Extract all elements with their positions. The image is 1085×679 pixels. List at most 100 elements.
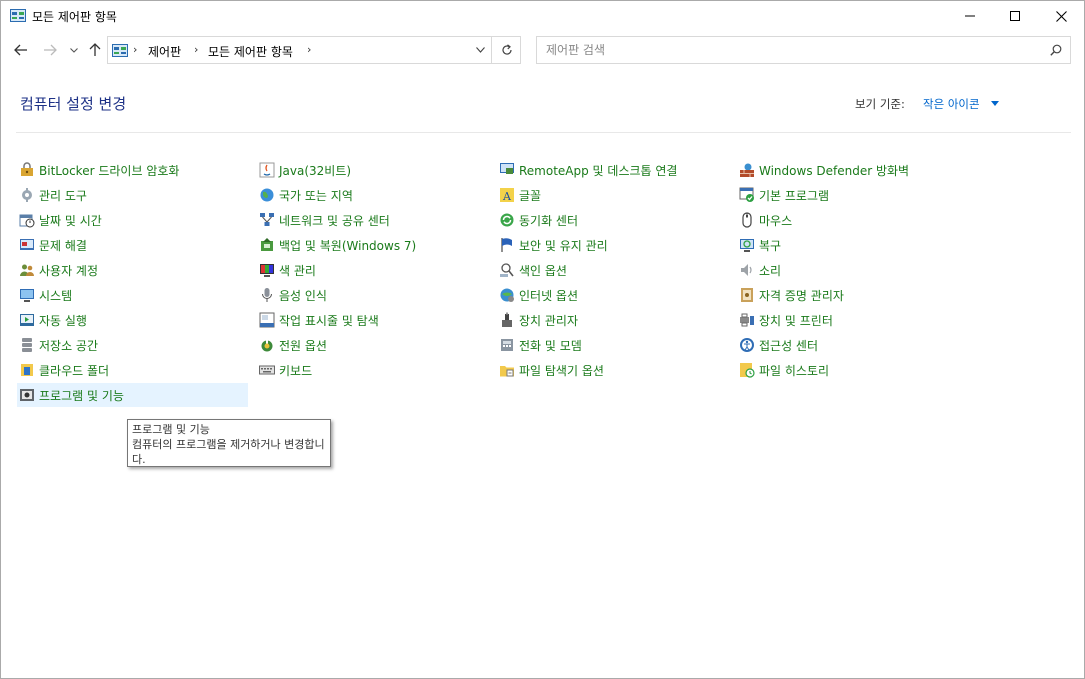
taskbar-icon — [259, 312, 275, 328]
control-panel-item[interactable]: Java(32비트) — [257, 158, 488, 182]
control-panel-item[interactable]: BitLocker 드라이브 암호화 — [17, 158, 248, 182]
recovery-icon — [740, 239, 754, 252]
firewall-icon — [740, 163, 754, 177]
address-bar[interactable]: › 제어판 › 모든 제어판 항목 › — [107, 36, 521, 64]
address-dropdown-button[interactable] — [468, 37, 492, 63]
search-icon[interactable] — [1050, 44, 1062, 56]
programs-features-icon — [20, 389, 34, 401]
control-panel-item[interactable]: 장치 및 프린터 — [737, 308, 968, 332]
control-panel-item[interactable]: 기본 프로그램 — [737, 183, 968, 207]
control-panel-item[interactable]: 자동 실행 — [17, 308, 248, 332]
control-panel-item[interactable]: 동기화 센터 — [497, 208, 728, 232]
date-time-icon — [19, 214, 35, 228]
search-input[interactable] — [537, 37, 1046, 63]
chevron-down-icon — [70, 47, 78, 53]
control-panel-item[interactable]: 네트워크 및 공유 센터 — [257, 208, 488, 232]
breadcrumb-all-items[interactable]: 모든 제어판 항목 — [208, 43, 293, 60]
tooltip-description: 컴퓨터의 프로그램을 제거하거나 변경합니다. — [132, 438, 325, 466]
keyboard-icon — [259, 365, 275, 375]
control-panel-item-label: 시스템 — [39, 288, 73, 303]
refresh-button[interactable] — [491, 37, 522, 63]
recent-locations-button[interactable] — [67, 40, 81, 60]
control-panel-item-label: 날짜 및 시간 — [39, 213, 102, 228]
control-panel-item[interactable]: 접근성 센터 — [737, 333, 968, 357]
control-panel-item[interactable]: 색 관리 — [257, 258, 488, 282]
forward-button[interactable] — [40, 40, 60, 60]
control-panel-item[interactable]: 백업 및 복원(Windows 7) — [257, 233, 488, 257]
minimize-button[interactable] — [947, 1, 993, 31]
control-panel-item-label: 복구 — [759, 238, 782, 253]
close-button[interactable] — [1038, 1, 1084, 31]
control-panel-item-label: 색인 옵션 — [519, 263, 567, 278]
control-panel-item[interactable]: RemoteApp 및 데스크톱 연결 — [497, 158, 728, 182]
troubleshooting-icon — [20, 239, 34, 250]
control-panel-item[interactable]: Windows Defender 방화벽 — [737, 158, 968, 182]
file-history-icon — [740, 363, 755, 378]
control-panel-item[interactable]: 키보드 — [257, 358, 488, 382]
network-icon — [260, 213, 274, 226]
region-icon — [260, 188, 274, 202]
control-panel-window: 모든 제어판 항목 › 제어판 › 모든 제어판 항목 › 제어판 검색 컴퓨터… — [0, 0, 1085, 679]
color-management-icon — [260, 264, 274, 277]
minimize-icon — [965, 15, 975, 17]
control-panel-item[interactable]: 파일 히스토리 — [737, 358, 968, 382]
sound-icon — [741, 264, 752, 276]
control-panel-item-label: 기본 프로그램 — [759, 188, 830, 203]
control-panel-item[interactable]: 전화 및 모뎀 — [497, 333, 728, 357]
control-panel-item[interactable]: 저장소 공간 — [17, 333, 248, 357]
view-by-caret-icon[interactable] — [991, 101, 999, 106]
control-panel-item-label: 전원 옵션 — [279, 338, 327, 353]
control-panel-item-label: 네트워크 및 공유 센터 — [279, 213, 390, 228]
control-panel-item[interactable]: 문제 해결 — [17, 233, 248, 257]
control-panel-item[interactable]: 사용자 계정 — [17, 258, 248, 282]
control-panel-item-label: RemoteApp 및 데스크톱 연결 — [519, 163, 678, 178]
mouse-icon — [742, 212, 752, 228]
back-arrow-icon — [14, 44, 27, 56]
control-panel-item[interactable]: 소리 — [737, 258, 968, 282]
control-panel-item[interactable]: 음성 인식 — [257, 283, 488, 307]
control-panel-item[interactable]: 색인 옵션 — [497, 258, 728, 282]
control-panel-item[interactable]: 국가 또는 지역 — [257, 183, 488, 207]
power-icon — [261, 338, 273, 352]
control-panel-item[interactable]: 프로그램 및 기능 — [17, 383, 248, 407]
control-panel-item[interactable]: 인터넷 옵션 — [497, 283, 728, 307]
svg-text:A: A — [502, 190, 512, 203]
control-panel-item[interactable]: 복구 — [737, 233, 968, 257]
control-panel-item-label: 전화 및 모뎀 — [519, 338, 582, 353]
search-box[interactable] — [536, 36, 1071, 64]
control-panel-item[interactable]: 자격 증명 관리자 — [737, 283, 968, 307]
view-by-dropdown[interactable]: 작은 아이콘 — [923, 96, 980, 112]
control-panel-item-label: 클라우드 폴더 — [39, 363, 110, 378]
credential-manager-icon — [741, 288, 753, 302]
control-panel-item[interactable]: 관리 도구 — [17, 183, 248, 207]
back-button[interactable] — [11, 40, 31, 60]
up-button[interactable] — [86, 40, 104, 60]
page-title: 컴퓨터 설정 변경 — [20, 95, 127, 113]
breadcrumb-separator-icon[interactable]: › — [194, 43, 198, 56]
breadcrumb-separator-icon[interactable]: › — [307, 43, 311, 56]
control-panel-item[interactable]: 파일 탐색기 옵션 — [497, 358, 728, 382]
control-panel-item[interactable]: 클라우드 폴더 — [17, 358, 248, 382]
control-panel-item[interactable]: 전원 옵션 — [257, 333, 488, 357]
control-panel-item-label: 국가 또는 지역 — [279, 188, 353, 203]
control-panel-item[interactable]: 날짜 및 시간 — [17, 208, 248, 232]
control-panel-item[interactable]: 작업 표시줄 및 탐색 — [257, 308, 488, 332]
control-panel-item[interactable]: 장치 관리자 — [497, 308, 728, 332]
control-panel-item[interactable]: 마우스 — [737, 208, 968, 232]
sync-center-icon — [500, 213, 514, 227]
control-panel-item-label: 백업 및 복원(Windows 7) — [279, 238, 417, 253]
control-panel-item-label: 자동 실행 — [39, 313, 87, 328]
control-panel-item[interactable]: 시스템 — [17, 283, 248, 307]
control-panel-item[interactable]: A 글꼴 — [497, 183, 728, 207]
title-bar: 모든 제어판 항목 — [1, 1, 1084, 31]
control-panel-item-label: 동기화 센터 — [519, 213, 579, 228]
control-panel-item-label: 인터넷 옵션 — [519, 288, 579, 303]
user-accounts-icon — [20, 264, 34, 276]
breadcrumb-separator-icon[interactable]: › — [133, 43, 137, 56]
control-panel-item-label: 작업 표시줄 및 탐색 — [279, 313, 379, 328]
maximize-button[interactable] — [992, 1, 1038, 31]
control-panel-item[interactable]: 보안 및 유지 관리 — [497, 233, 728, 257]
breadcrumb-control-panel[interactable]: 제어판 — [148, 43, 181, 60]
close-icon — [1055, 10, 1067, 22]
default-programs-icon — [739, 187, 754, 202]
